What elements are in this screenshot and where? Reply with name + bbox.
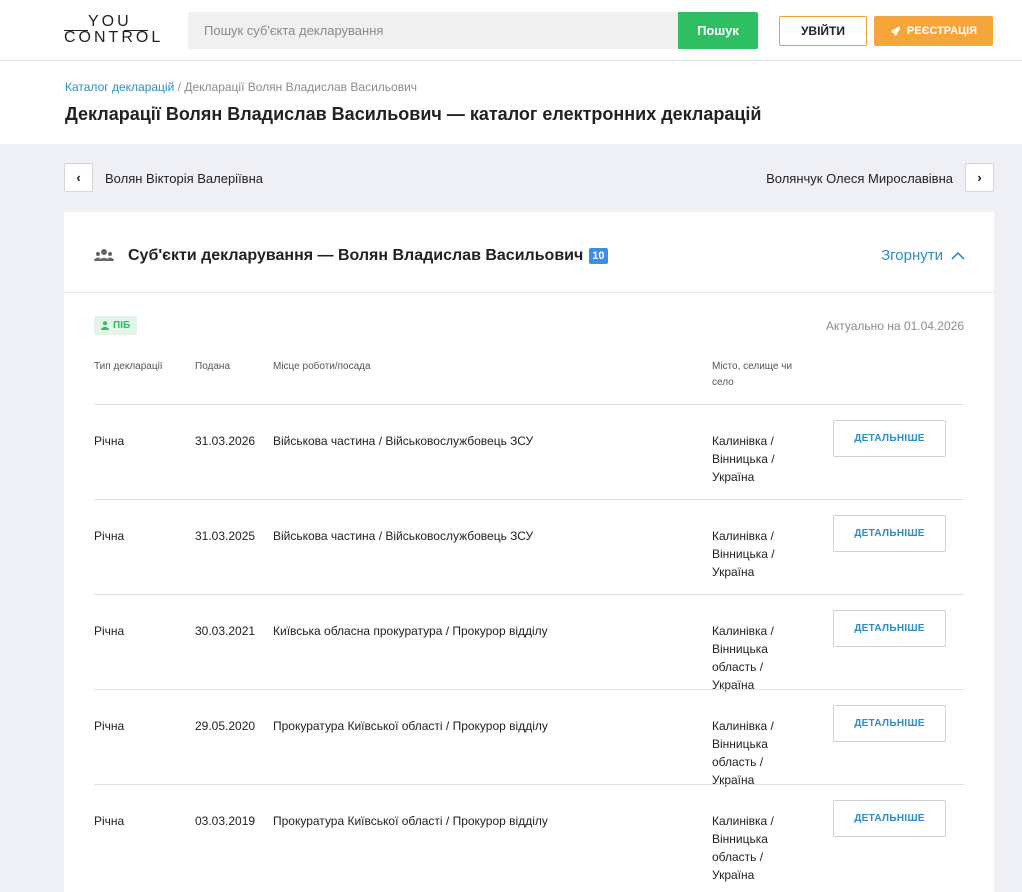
cell-city: Калинівка / Вінницька область / Україна — [712, 814, 774, 882]
details-button[interactable]: ДЕТАЛЬНІШЕ — [833, 610, 946, 647]
search-button[interactable]: Пошук — [678, 12, 758, 49]
prev-person-link[interactable]: Волян Вікторія Валеріївна — [105, 171, 263, 186]
cell-type: Річна — [94, 624, 125, 638]
people-icon — [94, 249, 114, 261]
logo-text-top: YOU — [88, 13, 132, 30]
table-row: Річна 31.03.2025 Військова частина / Вій… — [94, 499, 964, 594]
person-icon — [101, 321, 109, 330]
breadcrumb-catalog-link[interactable]: Каталог декларацій — [65, 80, 174, 94]
details-button[interactable]: ДЕТАЛЬНІШЕ — [833, 515, 946, 552]
site-header: YOU CONTROL Пошук УВІЙТИ РЕЄСТРАЦІЯ — [0, 0, 1022, 61]
actual-date: Актуально на 01.04.2026 — [825, 319, 964, 333]
pib-tag-label: ПІБ — [113, 320, 131, 331]
cell-work: Військова частина / Військовослужбовець … — [273, 434, 534, 448]
cell-city: Калинівка / Вінницька область / Україна — [712, 719, 774, 787]
rocket-icon — [890, 26, 900, 36]
breadcrumb: Каталог декларацій / Декларації Волян Вл… — [65, 80, 417, 94]
cell-work: Прокуратура Київської області / Прокурор… — [273, 719, 548, 733]
card-header: Суб'єкти декларування — Волян Владислав … — [64, 212, 994, 293]
table-row: Річна 30.03.2021 Київська обласна прокур… — [94, 594, 964, 692]
cell-work: Військова частина / Військовослужбовець … — [273, 529, 534, 543]
cell-city: Калинівка / Вінницька / Україна — [712, 434, 775, 484]
cell-type: Річна — [94, 529, 125, 543]
declarations-table: Річна 31.03.2026 Військова частина / Вій… — [94, 404, 964, 882]
register-label: РЕЄСТРАЦІЯ — [906, 25, 978, 37]
details-button[interactable]: ДЕТАЛЬНІШЕ — [833, 705, 946, 742]
cell-city: Калинівка / Вінницька / Україна — [712, 529, 775, 579]
prev-person-button[interactable]: ‹ — [64, 163, 93, 192]
cell-work: Прокуратура Київської області / Прокурор… — [273, 814, 548, 828]
next-person-button[interactable]: › — [965, 163, 994, 192]
cell-date: 03.03.2019 — [195, 814, 256, 828]
column-header-work: Місце роботи/посада — [273, 361, 371, 372]
cell-type: Річна — [94, 434, 125, 448]
collapse-button[interactable]: Згорнути — [881, 247, 965, 264]
cell-date: 30.03.2021 — [195, 624, 256, 638]
count-badge: 10 — [589, 247, 608, 264]
page-title: Декларації Волян Владислав Васильович — … — [65, 104, 762, 124]
table-row: Річна 31.03.2026 Військова частина / Вій… — [94, 404, 964, 499]
column-header-type: Тип декларації — [94, 361, 163, 372]
title-section: Каталог декларацій / Декларації Волян Вл… — [0, 61, 1022, 144]
column-header-city: Місто, селище чи село — [712, 361, 793, 388]
column-header-date: Подана — [195, 361, 231, 372]
cell-work: Київська обласна прокуратура / Прокурор … — [273, 624, 548, 638]
table-row: Річна 29.05.2020 Прокуратура Київської о… — [94, 689, 964, 787]
details-button[interactable]: ДЕТАЛЬНІШЕ — [833, 800, 946, 837]
cell-city: Калинівка / Вінницька область / Україна — [712, 624, 774, 692]
next-person-link[interactable]: Волянчук Олеся Мирославівна — [766, 171, 953, 186]
declarations-card: Суб'єкти декларування — Волян Владислав … — [64, 212, 994, 892]
cell-date: 31.03.2026 — [195, 434, 256, 448]
youcontrol-logo[interactable]: YOU CONTROL — [64, 13, 160, 48]
cell-type: Річна — [94, 719, 125, 733]
table-row: Річна 03.03.2019 Прокуратура Київської о… — [94, 784, 964, 882]
breadcrumb-separator: / — [177, 80, 181, 94]
pib-tag: ПІБ — [94, 316, 138, 335]
chevron-left-icon: ‹ — [76, 170, 81, 185]
chevron-right-icon: › — [977, 170, 982, 185]
search-input[interactable] — [188, 12, 678, 49]
collapse-label: Згорнути — [881, 247, 943, 264]
chevron-up-icon — [951, 251, 965, 260]
card-title: Суб'єкти декларування — Волян Владислав … — [128, 247, 608, 265]
logo-text-bottom: CONTROL — [64, 29, 164, 46]
person-navigation: ‹ Волян Вікторія Валеріївна Волянчук Оле… — [64, 163, 994, 193]
breadcrumb-current: Декларації Волян Владислав Васильович — [184, 80, 418, 94]
details-button[interactable]: ДЕТАЛЬНІШЕ — [833, 420, 946, 457]
login-button[interactable]: УВІЙТИ — [779, 16, 867, 46]
cell-date: 29.05.2020 — [195, 719, 256, 733]
register-button[interactable]: РЕЄСТРАЦІЯ — [874, 16, 993, 46]
cell-date: 31.03.2025 — [195, 529, 256, 543]
cell-type: Річна — [94, 814, 125, 828]
card-title-text: Суб'єкти декларування — Волян Владислав … — [128, 247, 584, 264]
